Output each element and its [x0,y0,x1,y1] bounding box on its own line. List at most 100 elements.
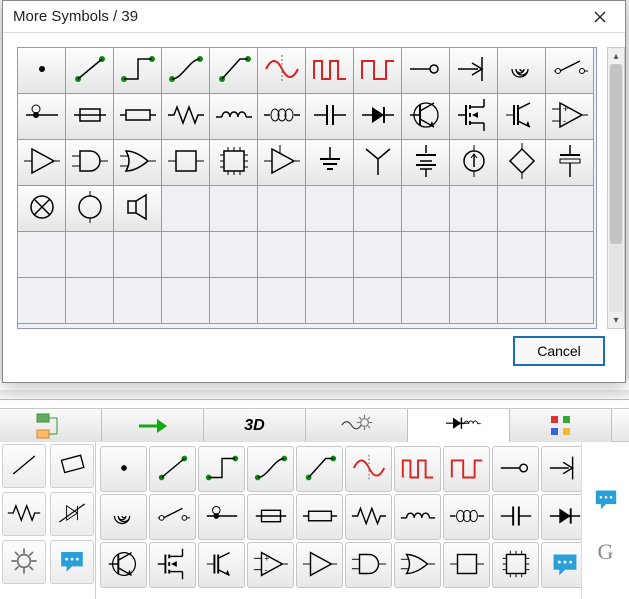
palette-step-up[interactable] [198,446,245,492]
tab-gear[interactable] [306,409,408,443]
symbol-sine-wave[interactable] [258,48,306,94]
symbol-dependent-source[interactable] [498,140,546,186]
palette-s-curve[interactable] [247,446,294,492]
palette-mosfet[interactable] [149,542,196,588]
symbol-capacitor-polarized[interactable] [546,140,594,186]
symbol-buffer-gate[interactable] [18,140,66,186]
symbol-battery[interactable] [402,140,450,186]
palette-chat[interactable] [541,542,581,588]
symbol-speaker[interactable] [114,186,162,232]
close-button[interactable] [583,4,617,30]
tab-arrow[interactable] [102,409,204,443]
symbol-diode[interactable] [354,94,402,140]
symbol-antenna[interactable] [354,140,402,186]
palette-switch-open[interactable] [149,494,196,540]
symbol-block-box[interactable] [162,140,210,186]
symbol-capacitor[interactable] [306,94,354,140]
symbol-inductor-arcs[interactable] [210,94,258,140]
symbol-arrow-into-node[interactable] [450,48,498,94]
palette-rising[interactable] [296,446,343,492]
palette-buffer[interactable] [296,542,343,588]
symbol-lamp-x-circle[interactable] [18,186,66,232]
symbol-spiral[interactable] [498,48,546,94]
tool-gear[interactable] [2,540,46,584]
palette-coil-loop[interactable] [443,494,490,540]
palette-block[interactable] [443,542,490,588]
symbol-fuse[interactable] [66,94,114,140]
palette-sq-narrow[interactable] [394,446,441,492]
palette-line-seg[interactable] [149,446,196,492]
symbol-rising-edge[interactable] [210,48,258,94]
palette-term-open[interactable] [492,446,539,492]
empty-cell [162,186,210,232]
symbol-dot-point[interactable] [18,48,66,94]
symbol-op-amp[interactable] [546,94,594,140]
symbol-inductor-loops[interactable] [258,94,306,140]
symbol-or-gate[interactable] [114,140,162,186]
palette-arrow-node[interactable] [541,446,581,492]
dialog-title: More Symbols / 39 [13,8,583,25]
term-open-icon [497,449,535,490]
empty-cell [498,186,546,232]
symbol-current-source[interactable] [450,140,498,186]
palette-res-zig[interactable] [345,494,392,540]
symbol-motor-circle[interactable] [66,186,114,232]
tab-apps[interactable] [510,409,612,443]
right-letter[interactable]: G [598,539,614,565]
empty-cell [258,232,306,278]
palette-dot[interactable] [100,446,147,492]
tool-diode-slash[interactable] [50,492,94,536]
symbol-transistor-bjt[interactable] [402,94,450,140]
cancel-button[interactable]: Cancel [513,336,605,366]
symbol-step-up-pulse[interactable] [114,48,162,94]
palette-cap[interactable] [492,494,539,540]
scroll-thumb[interactable] [610,64,622,244]
symbol-connector-dot-line[interactable] [18,94,66,140]
tool-resistor[interactable] [2,492,46,536]
coil-arc-icon [399,497,437,538]
palette-igbt[interactable] [198,542,245,588]
or-icon [399,545,437,586]
palette-and[interactable] [345,542,392,588]
palette-diode[interactable] [541,494,581,540]
tool-rect[interactable] [50,444,94,488]
palette-conn-dot[interactable] [198,494,245,540]
dialog-scrollbar[interactable]: ▴ ▾ [607,47,625,329]
symbol-amplifier-triangle[interactable] [258,140,306,186]
symbol-square-wave-wide[interactable] [354,48,402,94]
palette-bjt[interactable] [100,542,147,588]
empty-cell [498,278,546,324]
palette-sq-wide[interactable] [443,446,490,492]
empty-cell [66,278,114,324]
tool-chat[interactable] [50,540,94,584]
symbol-and-gate[interactable] [66,140,114,186]
right-chat[interactable] [589,482,623,519]
symbol-mosfet[interactable] [450,94,498,140]
palette-sine[interactable] [345,446,392,492]
tool-line[interactable] [2,444,46,488]
symbol-ic-chip[interactable] [210,140,258,186]
tab-3d[interactable]: 3D [204,409,306,443]
symbol-s-curve[interactable] [162,48,210,94]
symbol-ground[interactable] [306,140,354,186]
tab-circuit[interactable] [408,409,510,443]
symbol-switch-open[interactable] [546,48,594,94]
symbol-line-segment[interactable] [66,48,114,94]
symbol-igbt[interactable] [498,94,546,140]
scroll-down-icon[interactable]: ▾ [608,312,624,328]
symbol-square-wave-narrow[interactable] [306,48,354,94]
symbol-resistor-box[interactable] [114,94,162,140]
palette-res-box[interactable] [296,494,343,540]
palette-fuse[interactable] [247,494,294,540]
palette-or[interactable] [394,542,441,588]
toolbar-fragment [0,390,629,400]
symbol-resistor-zigzag[interactable] [162,94,210,140]
palette-ic[interactable] [492,542,539,588]
tab-tree[interactable] [0,409,102,443]
block-box-icon [166,141,206,184]
palette-spiral[interactable] [100,494,147,540]
scroll-up-icon[interactable]: ▴ [608,48,624,64]
symbol-terminal-open[interactable] [402,48,450,94]
palette-coil-arc[interactable] [394,494,441,540]
palette-opamp[interactable] [247,542,294,588]
